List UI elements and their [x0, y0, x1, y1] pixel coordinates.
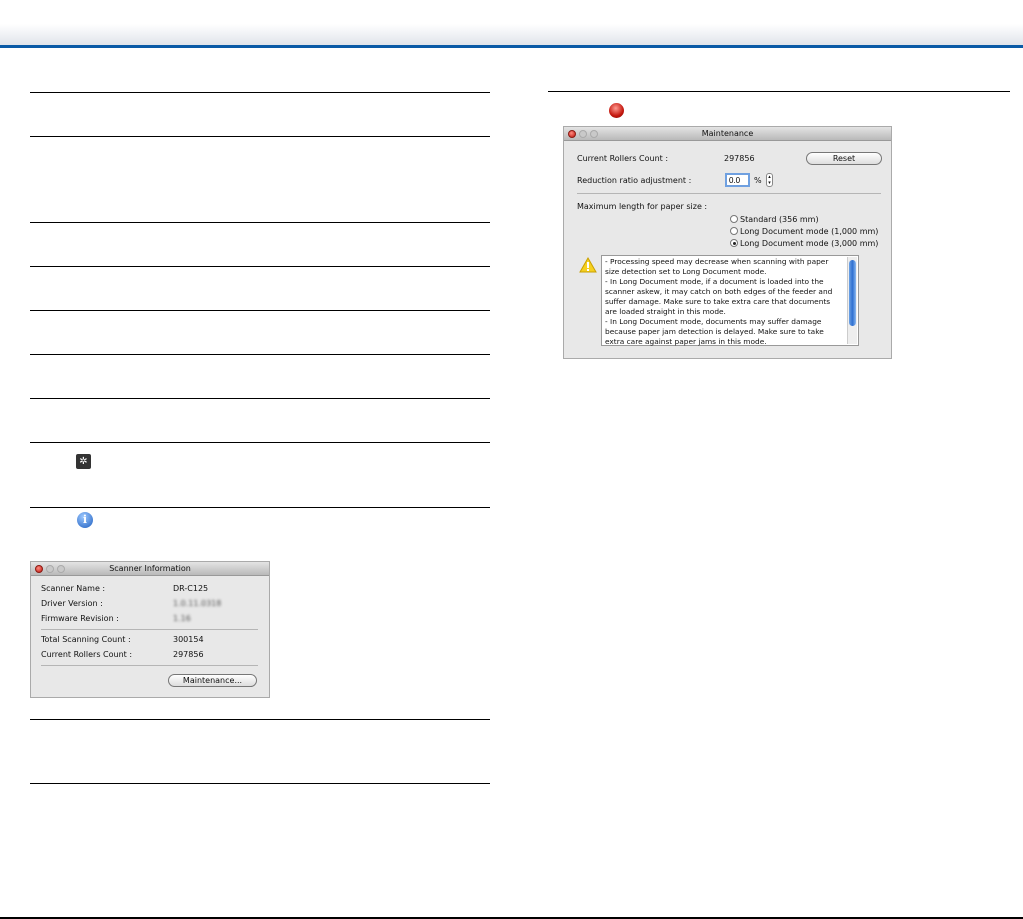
title-bar: Maintenance — [564, 127, 891, 141]
header-rule — [0, 45, 1023, 48]
firmware-revision-label: Firmware Revision : — [41, 614, 119, 623]
divider — [30, 222, 490, 223]
window-title: Scanner Information — [109, 564, 191, 573]
separator — [41, 629, 258, 630]
radio-icon[interactable] — [730, 215, 738, 223]
divider — [30, 354, 490, 355]
reduction-ratio-stepper[interactable]: ▴ ▾ — [766, 173, 773, 187]
reduction-ratio-label: Reduction ratio adjustment : — [577, 176, 692, 185]
minimize-icon[interactable] — [579, 130, 587, 138]
maintenance-red-icon — [609, 103, 624, 118]
total-scanning-count-value: 300154 — [173, 635, 204, 644]
scrollbar-thumb[interactable] — [849, 260, 856, 326]
close-icon[interactable] — [568, 130, 576, 138]
radio-label: Long Document mode (1,000 mm) — [740, 227, 879, 236]
divider — [30, 136, 490, 137]
divider — [30, 507, 490, 508]
zoom-icon[interactable] — [57, 565, 65, 573]
divider — [30, 398, 490, 399]
divider — [30, 442, 490, 443]
radio-label: Standard (356 mm) — [740, 215, 819, 224]
radio-standard[interactable]: Standard (356 mm) — [730, 215, 819, 224]
scanner-name-label: Scanner Name : — [41, 584, 106, 593]
warning-icon — [579, 257, 597, 273]
firmware-revision-value: 1.16 — [173, 614, 191, 623]
close-icon[interactable] — [35, 565, 43, 573]
rollers-count-value: 297856 — [724, 154, 755, 163]
scrollbar[interactable] — [847, 257, 857, 344]
percent-label: % — [754, 176, 762, 185]
window-title: Maintenance — [701, 129, 754, 138]
scanner-information-window: Scanner Information Scanner Name : DR-C1… — [30, 561, 270, 698]
divider — [548, 91, 1010, 92]
info-icon: i — [77, 512, 93, 528]
driver-version-label: Driver Version : — [41, 599, 103, 608]
gear-icon: ✲ — [76, 454, 91, 469]
radio-icon[interactable] — [730, 227, 738, 235]
max-length-label: Maximum length for paper size : — [577, 202, 708, 211]
current-rollers-count-label: Current Rollers Count : — [41, 650, 133, 659]
window-controls[interactable] — [568, 130, 598, 138]
reset-button[interactable]: Reset — [806, 152, 882, 165]
page-header — [0, 24, 1023, 46]
maintenance-window: Maintenance Current Rollers Count : 2978… — [563, 126, 892, 359]
reduction-ratio-input[interactable] — [725, 173, 750, 187]
divider — [30, 783, 490, 784]
radio-long-1000[interactable]: Long Document mode (1,000 mm) — [730, 227, 878, 236]
scanner-name-value: DR-C125 — [173, 584, 209, 593]
radio-label: Long Document mode (3,000 mm) — [740, 239, 879, 248]
warning-textbox[interactable]: - Processing speed may decrease when sca… — [601, 255, 859, 346]
window-controls[interactable] — [35, 565, 65, 573]
divider — [30, 310, 490, 311]
zoom-icon[interactable] — [590, 130, 598, 138]
divider — [30, 92, 490, 93]
total-scanning-count-label: Total Scanning Count : — [41, 635, 131, 644]
separator — [577, 193, 881, 194]
radio-long-3000[interactable]: Long Document mode (3,000 mm) — [730, 239, 878, 248]
divider — [30, 719, 490, 720]
maintenance-button[interactable]: Maintenance... — [168, 674, 257, 687]
minimize-icon[interactable] — [46, 565, 54, 573]
title-bar: Scanner Information — [31, 562, 269, 576]
driver-version-value: 1.0.11.0318 — [173, 599, 222, 608]
current-rollers-count-value: 297856 — [173, 650, 204, 659]
separator — [41, 665, 258, 666]
warning-text: - Processing speed may decrease when sca… — [605, 257, 833, 346]
radio-icon[interactable] — [730, 239, 738, 247]
divider — [30, 266, 490, 267]
rollers-count-label: Current Rollers Count : — [577, 154, 669, 163]
